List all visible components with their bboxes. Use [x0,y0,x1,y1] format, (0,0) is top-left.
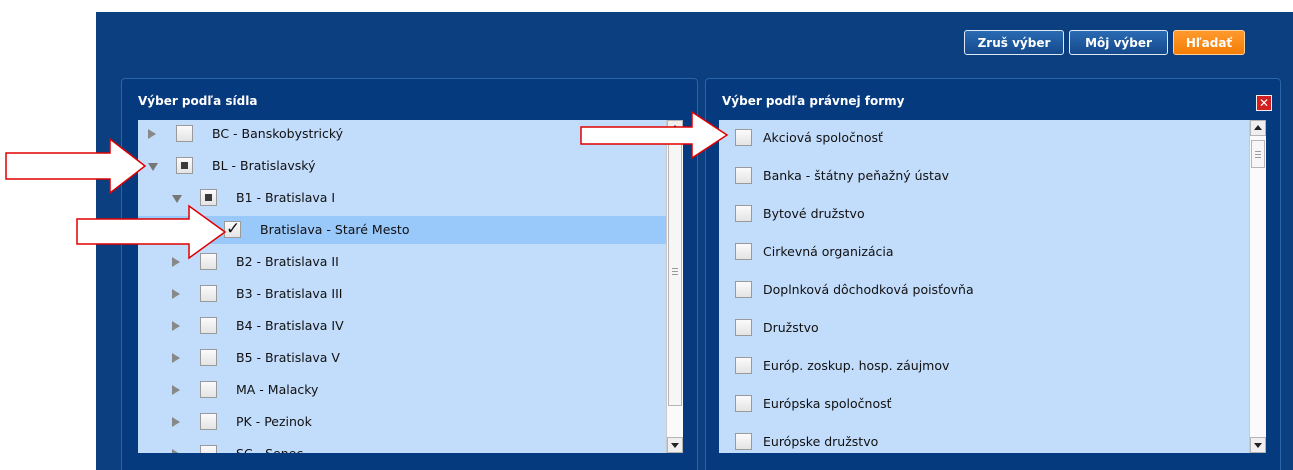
legal-form-item[interactable]: Akciová spoločnosť [719,124,1248,152]
legal-form-label: Družstvo [763,320,819,335]
tree-checkbox[interactable] [200,189,217,206]
tree-checkbox[interactable] [200,317,217,334]
seat-tree: SC - Senec PK - Pezinok MA - Malacky B5 - B… [138,120,683,453]
tree-checkbox[interactable] [200,413,217,430]
legal-form-checkbox[interactable] [735,281,752,298]
tree-item-label: Bratislava - Staré Mesto [260,222,410,237]
tree-item[interactable]: B3 - Bratislava III [138,280,666,308]
legal-form-checkbox[interactable] [735,395,752,412]
legal-form-item[interactable]: Doplnková dôchodková poisťovňa [719,276,1248,304]
tree-checkbox[interactable] [176,157,193,174]
search-button[interactable]: Hľadať [1173,30,1245,55]
tree-item[interactable]: PK - Pezinok [138,408,666,436]
legal-form-checkbox[interactable] [735,319,752,336]
tree-checkbox[interactable] [200,285,217,302]
tree-item[interactable]: MA - Malacky [138,376,666,404]
legal-form-item[interactable]: Banka - štátny peňažný ústav [719,162,1248,190]
tree-item[interactable]: B5 - Bratislava V [138,344,666,372]
tree-item-label: B3 - Bratislava III [236,286,343,301]
tree-checkbox[interactable] [200,253,217,270]
tree-item[interactable]: BC - Banskobystrický [138,120,666,148]
expand-arrow-icon[interactable] [172,257,180,267]
expand-arrow-icon[interactable] [148,129,156,139]
tree-item[interactable]: SC - Senec [138,440,666,453]
tree-item-label: B5 - Bratislava V [236,350,340,365]
collapse-arrow-icon[interactable] [172,195,182,203]
legal-form-label: Bytové družstvo [763,206,865,221]
my-selection-button[interactable]: Môj výber [1069,30,1168,55]
legal-form-item[interactable]: Bytové družstvo [719,200,1248,228]
tree-item[interactable]: BL - Bratislavský [138,152,666,180]
scroll-up-button[interactable] [1250,120,1266,136]
scroll-thumb[interactable] [668,140,682,406]
legal-form-item[interactable]: Cirkevná organizácia [719,238,1248,266]
tree-item-label: B4 - Bratislava IV [236,318,344,333]
clear-selection-button[interactable]: Zruš výber [964,30,1064,55]
tree-checkbox[interactable] [176,125,193,142]
tree-item-label: SC - Senec [236,446,303,453]
legal-form-list: Európske družstvo Európska spoločnosť Euró… [719,120,1266,453]
legal-form-label: Európ. zoskup. hosp. záujmov [763,358,950,373]
scroll-down-button[interactable] [667,437,683,453]
tree-item-label: PK - Pezinok [236,414,312,429]
legal-form-checkbox[interactable] [735,167,752,184]
legal-form-item[interactable]: Európske družstvo [719,428,1248,453]
tree-item[interactable]: B4 - Bratislava IV [138,312,666,340]
legal-form-label: Európske družstvo [763,434,879,449]
legal-form-item[interactable]: Družstvo [719,314,1248,342]
legal-form-checkbox[interactable] [735,357,752,374]
tree-item[interactable]: B2 - Bratislava II [138,248,666,276]
checkmark-icon: ✓ [226,219,241,239]
legal-form-label: Banka - štátny peňažný ústav [763,168,950,183]
legal-form-item[interactable]: Európska spoločnosť [719,390,1248,418]
legal-form-panel: Výber podľa právnej formy ✕ Európske dru… [705,78,1281,470]
legal-form-checkbox[interactable] [735,205,752,222]
tree-item-label: MA - Malacky [236,382,319,397]
expand-arrow-icon[interactable] [172,385,180,395]
tree-item-label: BL - Bratislavský [212,158,316,173]
scroll-down-button[interactable] [1250,437,1266,453]
legal-form-item[interactable]: Európ. zoskup. hosp. záujmov [719,352,1248,380]
scroll-thumb[interactable] [1251,140,1265,168]
legal-form-label: Európska spoločnosť [763,396,892,411]
collapse-arrow-icon[interactable] [148,163,158,171]
legal-form-scrollbar[interactable] [1249,120,1266,453]
expand-arrow-icon[interactable] [172,289,180,299]
expand-arrow-icon[interactable] [172,417,180,427]
partial-check-icon [181,162,188,169]
expand-arrow-icon[interactable] [172,353,180,363]
tree-checkbox[interactable]: ✓ [224,219,241,239]
legal-form-checkbox[interactable] [735,243,752,260]
partial-check-icon [205,194,212,201]
legal-form-label: Doplnková dôchodková poisťovňa [763,282,974,297]
tree-item[interactable]: ✓ Bratislava - Staré Mesto [138,216,666,244]
seat-scrollbar[interactable] [666,120,683,453]
legal-form-label: Akciová spoločnosť [763,130,883,145]
seat-panel-title: Výber podľa sídla [138,94,258,108]
legal-form-panel-title: Výber podľa právnej formy [722,94,905,108]
tree-item[interactable]: B1 - Bratislava I [138,184,666,212]
legal-form-label: Cirkevná organizácia [763,244,894,259]
tree-item-label: BC - Banskobystrický [212,126,344,141]
seat-selection-panel: Výber podľa sídla SC - Senec PK - Pezinok… [121,78,698,470]
header-bar: Zruš výber Môj výber Hľadať [96,12,1293,72]
legal-form-checkbox[interactable] [735,129,752,146]
tree-item-label: B2 - Bratislava II [236,254,339,269]
tree-checkbox[interactable] [200,445,217,453]
legal-form-checkbox[interactable] [735,433,752,450]
tree-checkbox[interactable] [200,349,217,366]
tree-checkbox[interactable] [200,381,217,398]
expand-arrow-icon[interactable] [172,449,180,453]
expand-arrow-icon[interactable] [172,321,180,331]
close-icon[interactable]: ✕ [1256,95,1272,111]
tree-item-label: B1 - Bratislava I [236,190,336,205]
scroll-up-button[interactable] [667,120,683,136]
app-frame: Zruš výber Môj výber Hľadať Výber podľa … [96,12,1293,470]
